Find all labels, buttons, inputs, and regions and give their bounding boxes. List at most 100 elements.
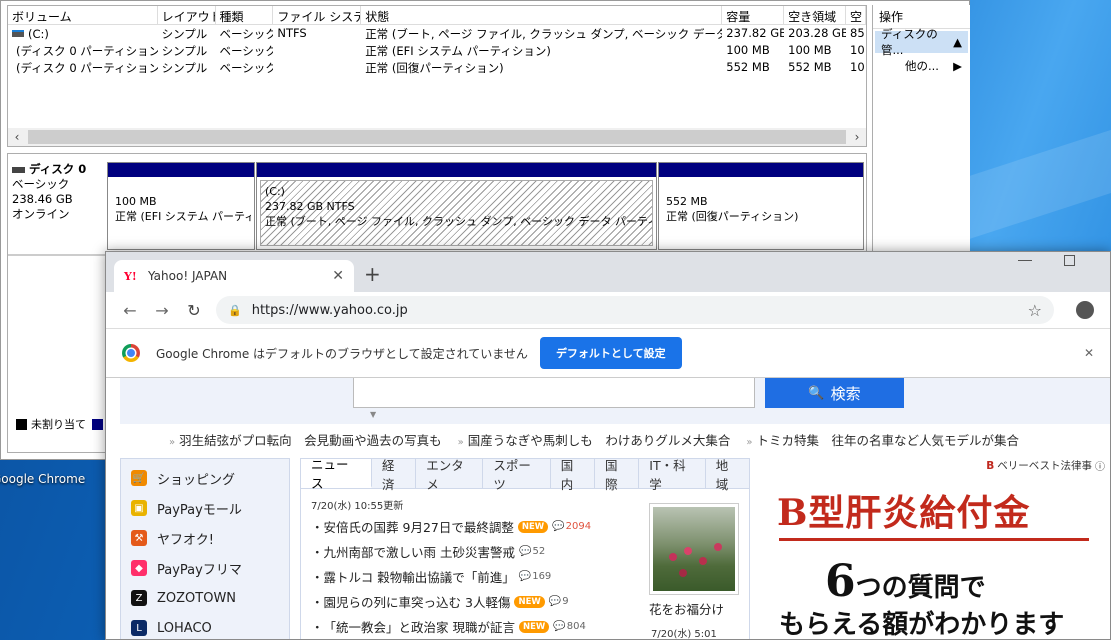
forward-icon[interactable]: → [146, 301, 178, 320]
auction-hammer-icon: ⚒ [131, 530, 147, 546]
disk-icon [12, 166, 25, 173]
cell: ベーシック [219, 61, 274, 75]
tab-sports[interactable]: スポーツ [483, 458, 551, 492]
new-tab-icon[interactable]: + [364, 262, 381, 286]
topic-subtitle[interactable]: 往年の名車など人気モデルが集合 [832, 433, 1020, 448]
tab-international[interactable]: 国際 [595, 458, 640, 492]
disk0-info[interactable]: ディスク 0 ベーシック 238.46 GB オンライン [12, 162, 104, 222]
news-headline[interactable]: 園児らの列に車突っ込む 3人軽傷 [324, 592, 511, 611]
tab-news[interactable]: ニュース [301, 457, 372, 491]
search-icon: 🔍 [808, 385, 825, 401]
ad-sponsor[interactable]: B ベリーベスト法律事 ⓘ [986, 458, 1105, 474]
profile-avatar-icon[interactable] [1076, 301, 1094, 319]
desktop-chrome-label[interactable]: Google Chrome [0, 472, 85, 486]
url-text[interactable]: https://www.yahoo.co.jp [252, 303, 408, 318]
search-dropdown-icon[interactable]: ▼ [370, 410, 376, 419]
tab-close-icon[interactable]: ✕ [332, 268, 344, 284]
infobar-close-icon[interactable]: ✕ [1084, 346, 1094, 360]
partition-c[interactable]: (C:) 237.82 GB NTFS 正常 (ブート, ページ ファイル, ク… [256, 162, 657, 250]
topic-subtitle[interactable]: 会見動画や過去の写真も [304, 433, 442, 448]
actions-other-item[interactable]: 他の... ▶ [873, 55, 970, 77]
col-filesystem[interactable]: ファイル システム [273, 6, 362, 24]
topic-title[interactable]: 国産うなぎや馬刺しも [468, 433, 593, 448]
service-lohaco[interactable]: L LOHACO [121, 613, 289, 639]
volume-list[interactable]: ボリューム レイアウト 種類 ファイル システム 状態 容量 空き領域 空 (C… [7, 5, 867, 147]
search-input[interactable] [353, 378, 755, 408]
partition-recovery[interactable]: 552 MB 正常 (回復パーティション) [658, 162, 864, 250]
legend-primary-swatch [92, 418, 103, 430]
scroll-right-icon[interactable]: › [848, 130, 866, 144]
ad-subline-1: 6つの質問で [825, 556, 986, 607]
news-photo[interactable] [649, 503, 739, 595]
news-item[interactable]: ・園児らの列に車突っ込む 3人軽傷 NEW 💬 9 [311, 592, 569, 611]
scrollbar-thumb[interactable] [28, 130, 846, 144]
col-capacity[interactable]: 容量 [722, 6, 785, 24]
news-photo-caption[interactable]: 花をお福分け [649, 599, 724, 618]
tab-domestic[interactable]: 国内 [551, 458, 596, 492]
service-paypaymall[interactable]: ▣ PayPayモール [121, 493, 289, 523]
tab-entertainment[interactable]: エンタメ [416, 458, 484, 492]
default-browser-infobar: Google Chrome はデフォルトのブラウザとして設定されていません デフ… [106, 328, 1110, 378]
col-free-percent[interactable]: 空 [846, 6, 866, 24]
collapse-up-icon[interactable]: ▲ [953, 35, 962, 49]
scroll-left-icon[interactable]: ‹ [8, 130, 26, 144]
set-default-button[interactable]: デフォルトとして設定 [539, 337, 682, 369]
sponsor-name: ベリーベスト法律事 [997, 460, 1092, 472]
tab-yahoo[interactable]: Y! Yahoo! JAPAN ✕ [114, 260, 354, 292]
comment-count[interactable]: 52 [532, 546, 545, 557]
topic-link[interactable]: » 国産うなぎや馬刺しも わけありグルメ大集合 [458, 430, 731, 449]
address-bar[interactable]: 🔒 https://www.yahoo.co.jp ☆ [216, 296, 1054, 324]
advertisement[interactable]: B ベリーベスト法律事 ⓘ B型肝炎給付金 6つの質問で もらえる額がわかります [761, 458, 1110, 639]
reload-icon[interactable]: ↻ [178, 301, 210, 320]
comment-count[interactable]: 2094 [566, 521, 591, 532]
col-volume[interactable]: ボリューム [8, 6, 158, 24]
table-row[interactable]: (ディスク 0 パーティション 4) シンプル ベーシック 正常 (回復パーティ… [8, 59, 866, 76]
partition-size: 552 MB [666, 195, 708, 208]
topic-link[interactable]: » トミカ特集 往年の名車など人気モデルが集合 [746, 430, 1019, 449]
news-headline[interactable]: 安倍氏の国葬 9月27日で最終調整 [324, 517, 514, 536]
tab-local[interactable]: 地域 [706, 458, 749, 492]
service-yahuoku[interactable]: ⚒ ヤフオク! [121, 523, 289, 553]
minimize-icon[interactable] [1018, 260, 1032, 261]
topic-title[interactable]: トミカ特集 [756, 433, 819, 448]
service-shopping[interactable]: 🛒 ショッピング [121, 463, 289, 493]
news-headline[interactable]: 九州南部で激しい雨 土砂災害警戒 [324, 542, 515, 561]
news-headline[interactable]: 露トルコ 穀物輸出協議で「前進」 [324, 567, 515, 586]
back-icon[interactable]: ← [114, 301, 146, 320]
bookmark-star-icon[interactable]: ☆ [1028, 301, 1042, 320]
search-button[interactable]: 🔍 検索 [765, 378, 904, 408]
topic-link[interactable]: » 羽生結弦がプロ転向 会見動画や過去の写真も [169, 430, 442, 449]
col-layout[interactable]: レイアウト [158, 6, 216, 24]
col-free[interactable]: 空き領域 [784, 6, 847, 24]
cell: 552 MB [788, 60, 832, 74]
actions-disk-label: ディスクの管... [881, 27, 938, 57]
news-item[interactable]: ・露トルコ 穀物輸出協議で「前進」 💬 169 [311, 567, 551, 586]
service-zozotown[interactable]: Z ZOZOTOWN [121, 583, 289, 613]
col-status[interactable]: 状態 [361, 6, 723, 24]
topic-subtitle[interactable]: わけありグルメ大集合 [605, 433, 730, 448]
table-row[interactable]: (C:) シンプル ベーシック NTFS 正常 (ブート, ページ ファイル, … [8, 25, 866, 42]
actions-disk-management-item[interactable]: ディスクの管... ▲ [875, 27, 968, 57]
comment-count[interactable]: 169 [532, 571, 551, 582]
col-type[interactable]: 種類 [216, 6, 274, 24]
topic-title[interactable]: 羽生結弦がプロ転向 [179, 433, 292, 448]
horizontal-scrollbar[interactable]: ‹ › [8, 128, 866, 146]
partition-efi[interactable]: 100 MB 正常 (EFI システム パーティシ [107, 162, 255, 250]
shopping-bag-icon: ▣ [131, 500, 147, 516]
maximize-icon[interactable] [1064, 255, 1075, 266]
ad-info-icon[interactable]: ⓘ [1095, 458, 1105, 473]
cell: 正常 (回復パーティション) [365, 61, 504, 75]
table-row[interactable]: (ディスク 0 パーティション 1) シンプル ベーシック 正常 (EFI シス… [8, 42, 866, 59]
news-item[interactable]: ・安倍氏の国葬 9月27日で最終調整 NEW 💬 2094 [311, 517, 591, 536]
tab-it-science[interactable]: IT・科学 [639, 458, 706, 492]
service-paypayfurima[interactable]: ◆ PayPayフリマ [121, 553, 289, 583]
partition-bar [108, 163, 254, 177]
tab-economy[interactable]: 経済 [372, 458, 417, 492]
news-headline[interactable]: 「統一教会」と政治家 現職が証言 [324, 617, 515, 636]
lock-icon[interactable]: 🔒 [228, 304, 242, 317]
news-item[interactable]: ・「統一教会」と政治家 現職が証言 NEW 💬 804 [311, 617, 586, 636]
comment-count[interactable]: 9 [562, 596, 568, 607]
news-item[interactable]: ・九州南部で激しい雨 土砂災害警戒 💬 52 [311, 542, 545, 561]
comment-count[interactable]: 804 [567, 621, 586, 632]
cell [273, 42, 361, 59]
